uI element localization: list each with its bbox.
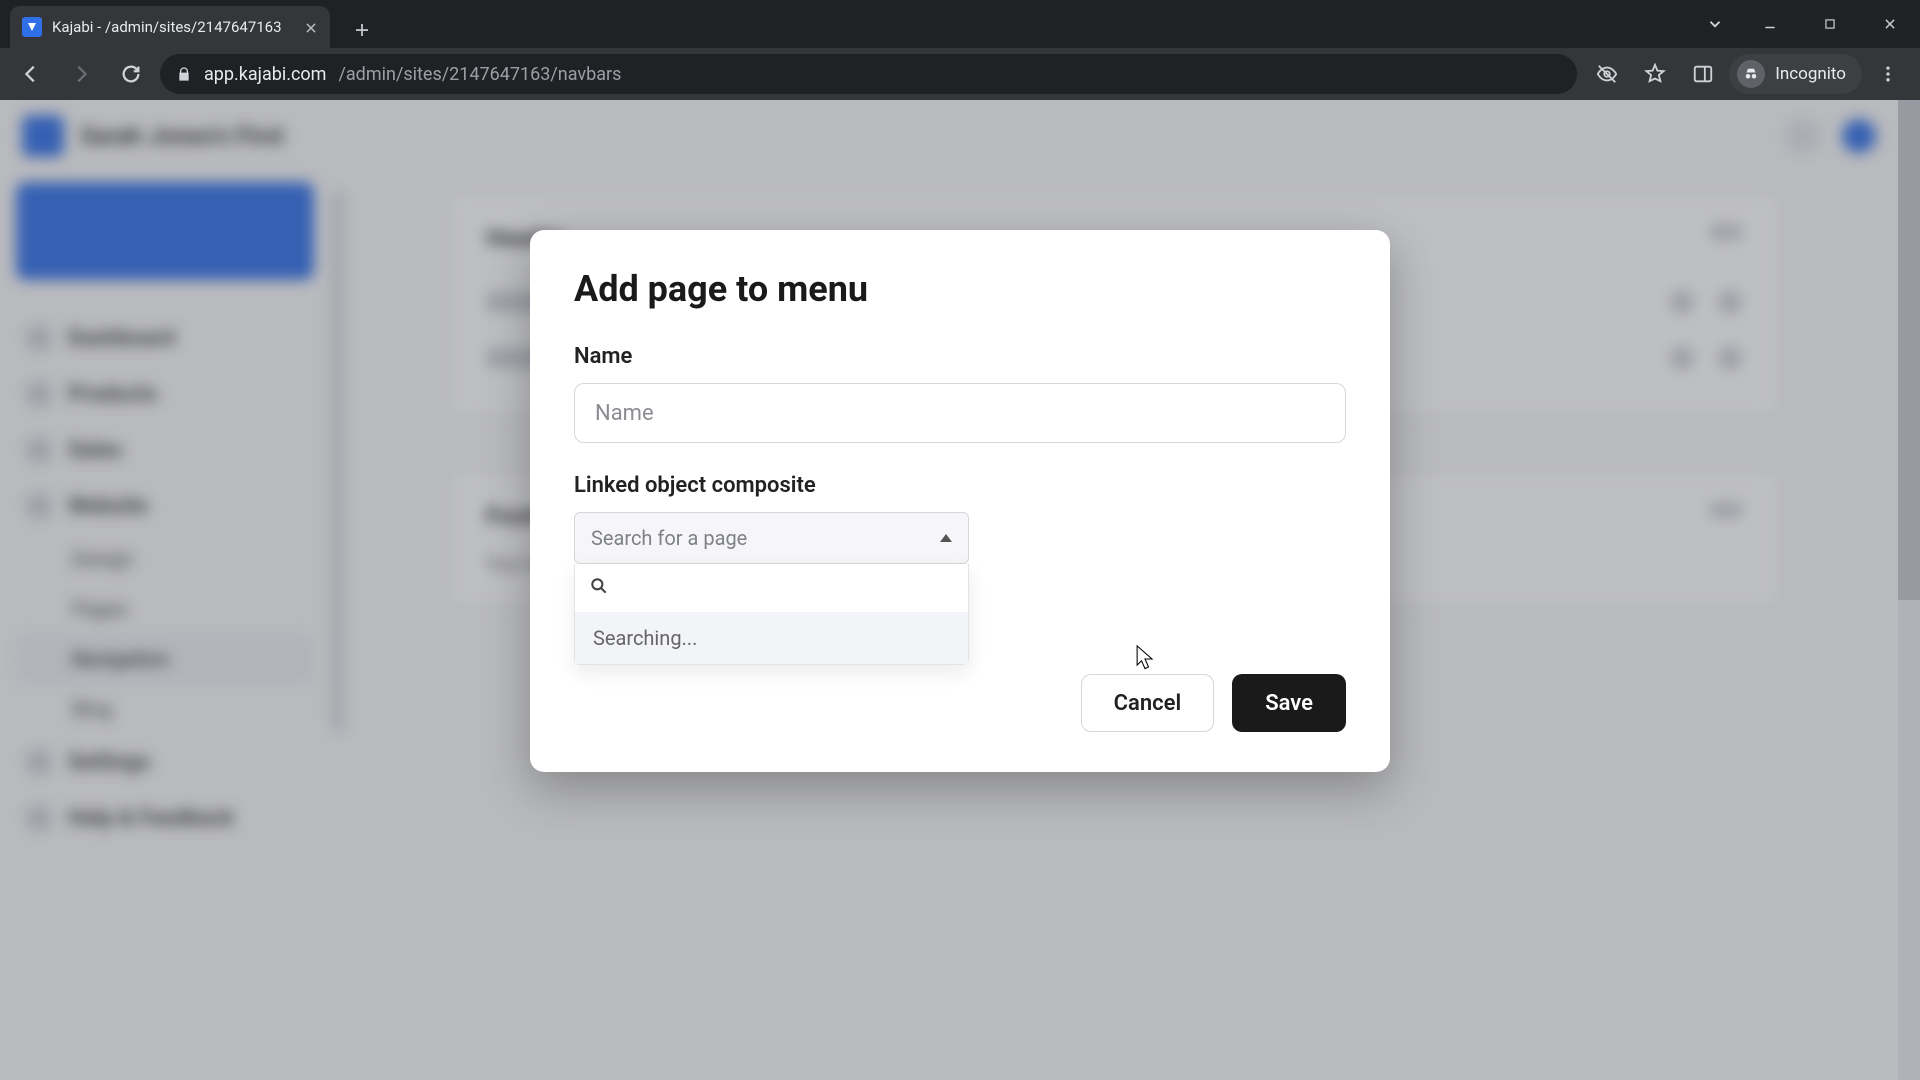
incognito-icon bbox=[1737, 60, 1765, 88]
close-window-button[interactable] bbox=[1860, 0, 1920, 48]
modal-overlay: Add page to menu Name Linked object comp… bbox=[0, 100, 1920, 1080]
forward-button[interactable] bbox=[60, 53, 102, 95]
minimize-button[interactable] bbox=[1740, 0, 1800, 48]
back-button[interactable] bbox=[10, 53, 52, 95]
url-host: app.kajabi.com bbox=[204, 64, 326, 85]
search-icon bbox=[589, 576, 609, 600]
browser-tab[interactable]: Kajabi - /admin/sites/2147647163 bbox=[10, 6, 330, 48]
caret-up-icon bbox=[940, 534, 952, 542]
address-bar[interactable]: app.kajabi.com/admin/sites/2147647163/na… bbox=[160, 54, 1577, 94]
dropdown-status: Searching... bbox=[575, 612, 968, 664]
tab-search-button[interactable] bbox=[1690, 0, 1740, 48]
name-label: Name bbox=[574, 344, 1346, 369]
bookmark-icon[interactable] bbox=[1633, 52, 1677, 96]
tab-title: Kajabi - /admin/sites/2147647163 bbox=[52, 18, 294, 36]
window-controls bbox=[1690, 0, 1920, 48]
side-panel-icon[interactable] bbox=[1681, 52, 1725, 96]
browser-titlebar: Kajabi - /admin/sites/2147647163 bbox=[0, 0, 1920, 48]
page-viewport: Sarah Jones's First Dashboard Products S… bbox=[0, 100, 1920, 1080]
reload-button[interactable] bbox=[110, 53, 152, 95]
cursor-icon bbox=[1134, 645, 1156, 673]
linked-object-select[interactable]: Search for a page bbox=[574, 512, 969, 564]
new-tab-button[interactable] bbox=[344, 12, 380, 48]
save-button[interactable]: Save bbox=[1232, 674, 1346, 732]
linked-object-label: Linked object composite bbox=[574, 473, 1346, 498]
close-icon[interactable] bbox=[304, 20, 318, 34]
add-page-modal: Add page to menu Name Linked object comp… bbox=[530, 230, 1390, 772]
modal-title: Add page to menu bbox=[574, 268, 1346, 310]
tab-favicon bbox=[22, 17, 42, 37]
cancel-button[interactable]: Cancel bbox=[1081, 674, 1215, 732]
incognito-badge[interactable]: Incognito bbox=[1729, 54, 1862, 94]
lock-icon bbox=[176, 66, 192, 82]
tracking-blocked-icon[interactable] bbox=[1585, 52, 1629, 96]
select-placeholder: Search for a page bbox=[591, 526, 747, 550]
maximize-button[interactable] bbox=[1800, 0, 1860, 48]
linked-object-dropdown: Searching... bbox=[574, 564, 969, 665]
incognito-label: Incognito bbox=[1775, 64, 1846, 84]
dropdown-search-input[interactable] bbox=[619, 578, 954, 599]
name-input[interactable] bbox=[574, 383, 1346, 443]
kebab-menu-icon[interactable] bbox=[1866, 52, 1910, 96]
url-path: /admin/sites/2147647163/navbars bbox=[338, 64, 621, 85]
browser-toolbar: app.kajabi.com/admin/sites/2147647163/na… bbox=[0, 48, 1920, 100]
